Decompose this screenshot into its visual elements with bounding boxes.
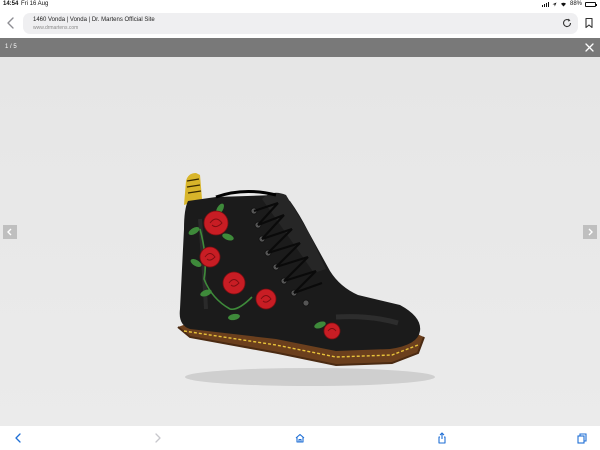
toolbar-back-icon[interactable] bbox=[12, 432, 24, 444]
share-icon[interactable] bbox=[436, 432, 448, 444]
page-domain: www.drmartens.com bbox=[33, 25, 79, 31]
product-image-boot bbox=[177, 173, 435, 386]
previous-image-button[interactable] bbox=[3, 225, 17, 239]
status-date: Fri 16 Aug bbox=[21, 1, 49, 7]
reload-icon[interactable] bbox=[561, 17, 573, 29]
image-counter: 1 / 5 bbox=[5, 44, 17, 50]
location-icon bbox=[552, 2, 557, 6]
status-indicators: 88% bbox=[541, 1, 597, 7]
close-icon[interactable] bbox=[584, 42, 595, 53]
bookmark-icon[interactable] bbox=[583, 17, 595, 29]
next-image-button[interactable] bbox=[583, 225, 597, 239]
address-bar-area: 1460 Vonda | Vonda | Dr. Martens Officia… bbox=[0, 9, 600, 38]
url-field[interactable]: 1460 Vonda | Vonda | Dr. Martens Officia… bbox=[23, 13, 578, 34]
chevron-right-icon bbox=[588, 228, 593, 236]
gallery-stage bbox=[0, 57, 600, 426]
browser-toolbar bbox=[0, 426, 600, 450]
wifi-icon bbox=[560, 2, 566, 6]
back-icon[interactable] bbox=[4, 16, 18, 30]
status-time: 14:54 bbox=[3, 1, 19, 7]
tabs-icon[interactable] bbox=[576, 432, 588, 444]
battery-percentage: 88% bbox=[569, 1, 582, 7]
gallery-header: 1 / 5 bbox=[0, 38, 600, 57]
cellular-signal-icon bbox=[541, 1, 549, 7]
battery-icon bbox=[585, 1, 597, 7]
image-gallery: 1 / 5 bbox=[0, 38, 600, 426]
page-title: 1460 Vonda | Vonda | Dr. Martens Officia… bbox=[33, 17, 155, 23]
status-bar: 14:54 Fri 16 Aug 88% bbox=[0, 0, 600, 9]
chevron-left-icon bbox=[7, 228, 12, 236]
toolbar-forward-icon[interactable] bbox=[152, 432, 164, 444]
home-icon[interactable] bbox=[294, 432, 306, 444]
